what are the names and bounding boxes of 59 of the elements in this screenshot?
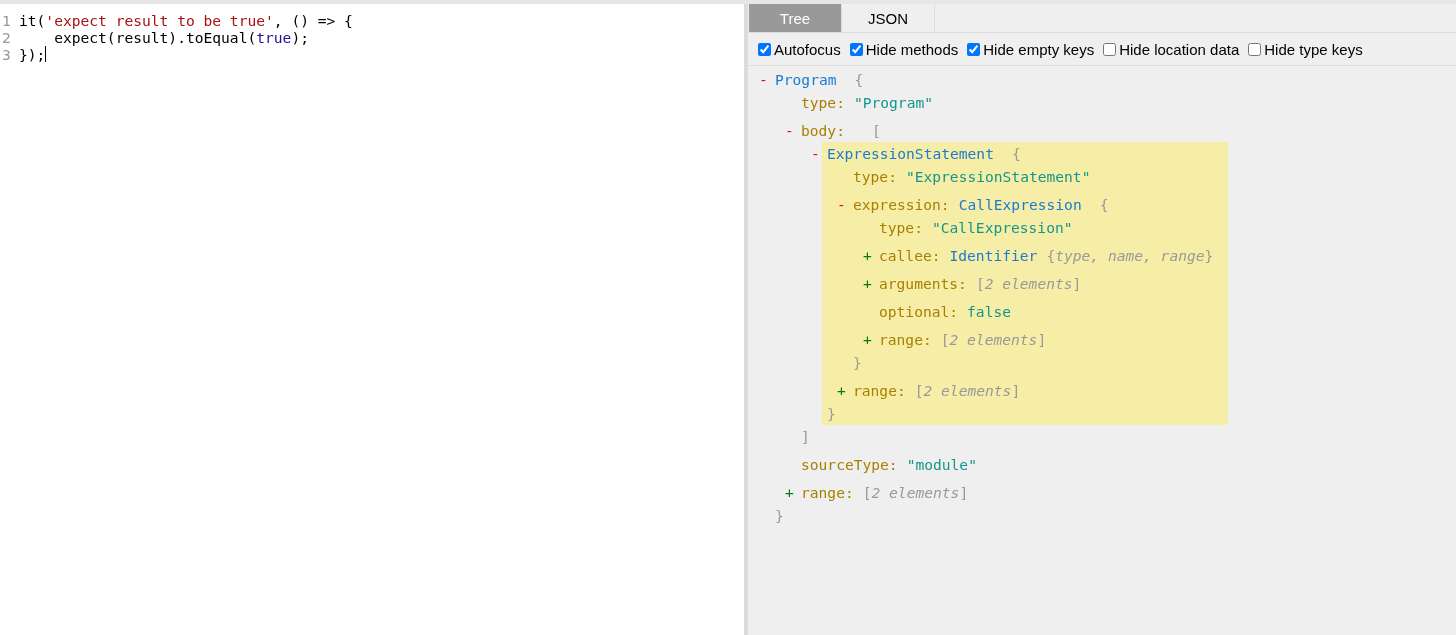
property-key: callee: bbox=[879, 244, 941, 267]
code-line: it('expect result to be true', () => { bbox=[19, 12, 353, 29]
node-type: Program bbox=[775, 70, 837, 90]
collapse-toggle[interactable]: - bbox=[837, 193, 853, 374]
property-value: false bbox=[967, 302, 1011, 322]
property-key: type: bbox=[853, 165, 897, 188]
collapsed-summary: {type, name, range} bbox=[1046, 246, 1214, 266]
checkbox[interactable] bbox=[849, 42, 863, 56]
collapsed-summary: [2 elements] bbox=[914, 381, 1021, 401]
checkbox[interactable] bbox=[1103, 42, 1117, 56]
close-bracket: ] bbox=[801, 428, 810, 445]
checkbox[interactable] bbox=[758, 42, 771, 56]
property-key: expression: bbox=[853, 193, 950, 216]
property-key: range: bbox=[801, 481, 854, 504]
open-bracket: [ bbox=[871, 121, 881, 141]
checkbox[interactable] bbox=[967, 42, 981, 56]
checkbox-label[interactable]: Hide location data bbox=[1119, 40, 1240, 58]
line-number: 3 bbox=[1, 46, 12, 63]
property-value: "Program" bbox=[853, 93, 933, 113]
close-bracket: } bbox=[853, 354, 862, 371]
node-type: Identifier bbox=[949, 246, 1038, 266]
property-key: arguments: bbox=[879, 272, 967, 295]
property-value: "ExpressionStatement" bbox=[905, 167, 1091, 187]
node-type: ExpressionStatement bbox=[827, 144, 994, 164]
property-key: type: bbox=[801, 91, 845, 114]
expand-toggle[interactable]: + bbox=[785, 481, 801, 504]
collapsed-summary: [2 elements] bbox=[862, 483, 969, 503]
checkbox[interactable] bbox=[1248, 42, 1262, 56]
close-bracket: } bbox=[775, 507, 784, 524]
expand-toggle[interactable]: + bbox=[863, 272, 879, 295]
expand-toggle[interactable]: + bbox=[863, 328, 879, 351]
open-bracket: { bbox=[1011, 144, 1021, 164]
collapse-toggle[interactable]: - bbox=[759, 68, 775, 527]
open-bracket: { bbox=[854, 70, 864, 90]
checkbox-label[interactable]: Hide empty keys bbox=[983, 40, 1095, 58]
tab[interactable]: Tree bbox=[749, 4, 842, 32]
expand-toggle[interactable]: + bbox=[837, 379, 853, 402]
code-line: }); bbox=[19, 46, 46, 63]
property-key: type: bbox=[879, 216, 923, 239]
checkbox-label[interactable]: Autofocus bbox=[774, 40, 841, 58]
property-value: "CallExpression" bbox=[931, 218, 1073, 238]
collapsed-summary: [2 elements] bbox=[975, 274, 1082, 294]
checkbox-label[interactable]: Hide type keys bbox=[1264, 40, 1363, 58]
property-key: range: bbox=[853, 379, 906, 402]
checkbox-label[interactable]: Hide methods bbox=[865, 40, 959, 58]
property-value: "module" bbox=[906, 455, 977, 475]
expand-toggle[interactable]: + bbox=[863, 244, 879, 267]
property-key: body: bbox=[801, 119, 845, 142]
node-type: CallExpression bbox=[958, 195, 1082, 215]
line-number: 1 bbox=[1, 12, 12, 29]
property-key: range: bbox=[879, 328, 932, 351]
collapse-toggle[interactable]: - bbox=[785, 119, 801, 448]
property-key: optional: bbox=[879, 300, 959, 323]
line-number: 2 bbox=[1, 29, 12, 46]
open-bracket: { bbox=[1099, 195, 1109, 215]
property-key: sourceType: bbox=[801, 453, 898, 476]
close-bracket: } bbox=[827, 405, 836, 422]
collapsed-summary: [2 elements] bbox=[940, 330, 1047, 350]
code-line: expect(result).toEqual(true); bbox=[53, 29, 309, 46]
